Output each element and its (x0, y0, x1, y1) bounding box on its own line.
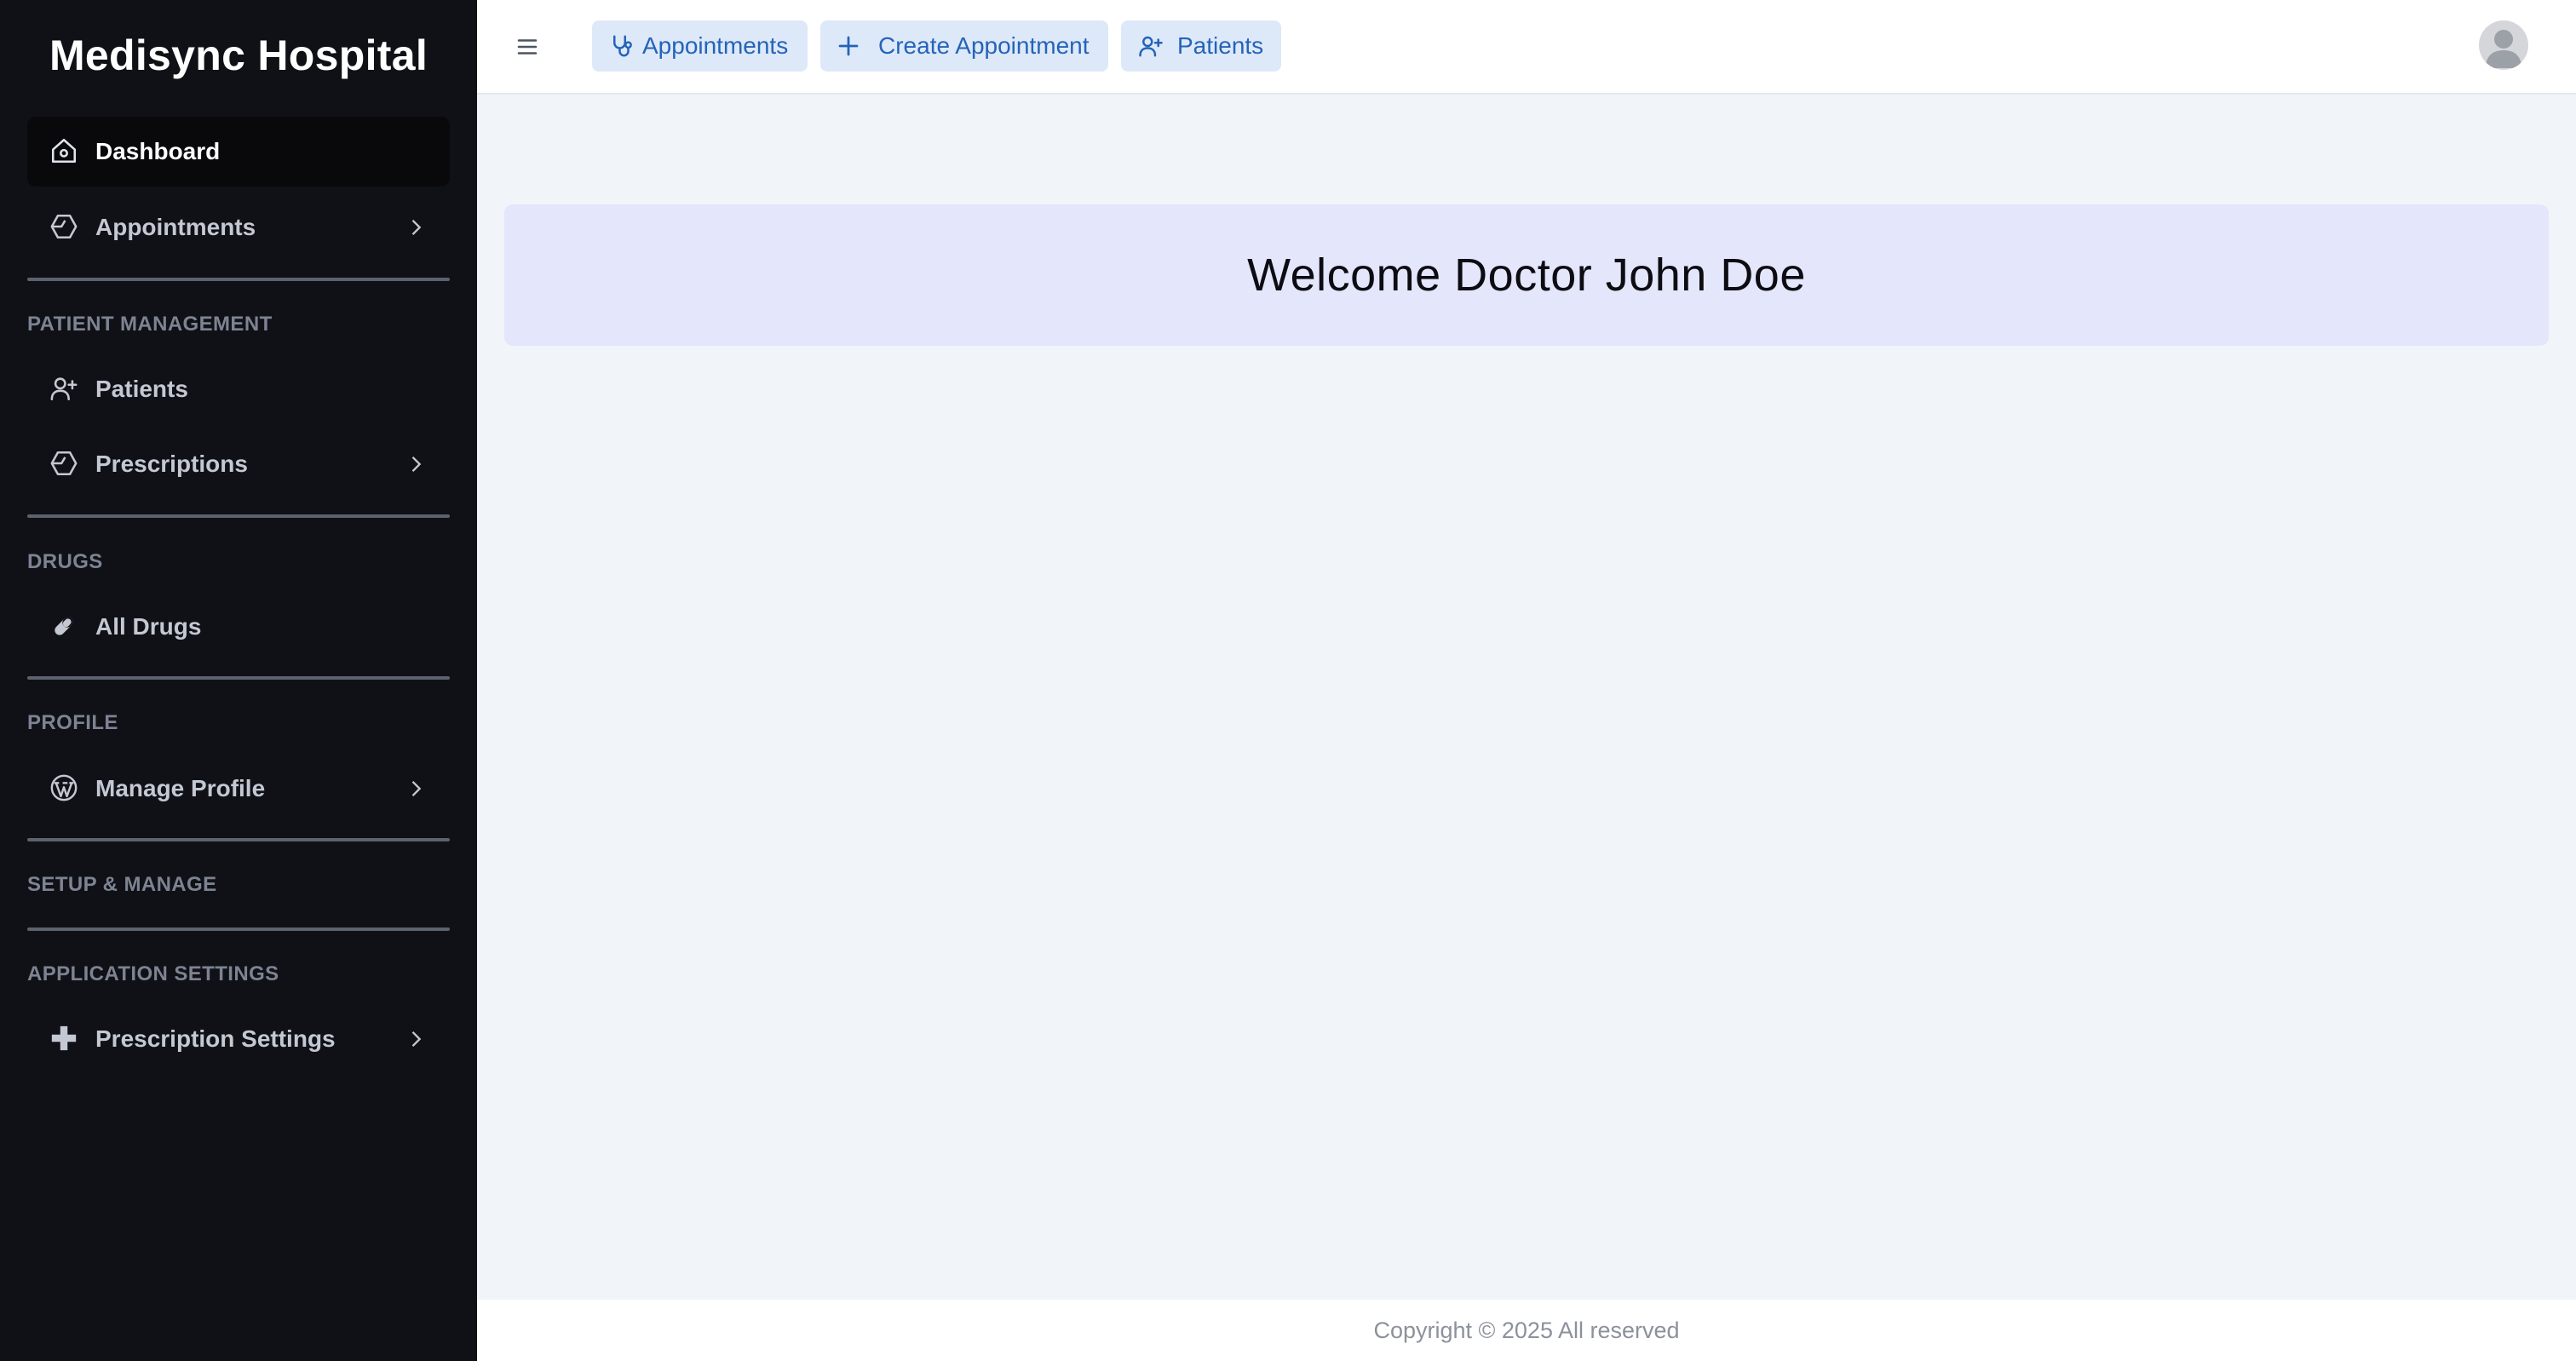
patients-quick-label: Patients (1177, 32, 1264, 59)
sidebar-item-all-drugs[interactable]: All Drugs (27, 592, 450, 662)
create-appointment-button[interactable]: Create Appointment (820, 20, 1108, 72)
sidebar-item-label: Dashboard (95, 138, 221, 164)
divider (27, 514, 450, 518)
section-profile: PROFILE (27, 711, 118, 734)
chevron-right-icon (411, 781, 422, 796)
welcome-heading: Welcome Doctor John Doe (1247, 250, 1806, 301)
divider (27, 676, 450, 680)
home-icon (48, 135, 80, 167)
chevron-right-icon (411, 457, 422, 472)
appointments-quick-button[interactable]: Appointments (592, 20, 808, 72)
plus-icon (836, 33, 861, 65)
brand-title: Medisync Hospital (49, 32, 428, 79)
footer: Copyright © 2025 All reserved (477, 1300, 2576, 1361)
medical-cross-icon (48, 1022, 80, 1054)
sidebar-item-patients[interactable]: Patients (27, 354, 450, 424)
sidebar-item-prescriptions[interactable]: Prescriptions (27, 429, 450, 499)
welcome-banner: Welcome Doctor John Doe (504, 204, 2549, 346)
section-patient-management: PATIENT MANAGEMENT (27, 313, 273, 336)
divider (27, 927, 450, 931)
chevron-right-icon (411, 220, 422, 235)
sidebar-item-prescription-settings[interactable]: Prescription Settings (27, 1004, 450, 1074)
user-avatar[interactable] (2479, 20, 2528, 70)
divider (27, 838, 450, 841)
hexagon-icon (48, 210, 80, 243)
sidebar-item-manage-profile[interactable]: Manage Profile (27, 754, 450, 824)
wordpress-icon (48, 772, 80, 804)
sidebar-item-label: Prescriptions (95, 451, 248, 477)
section-drugs: DRUGS (27, 550, 103, 573)
user-plus-icon (1138, 33, 1164, 65)
hamburger-menu-icon[interactable] (515, 34, 540, 60)
divider (27, 278, 450, 281)
sidebar-item-label: Prescription Settings (95, 1025, 336, 1052)
section-application-settings: APPLICATION SETTINGS (27, 962, 279, 985)
user-plus-icon (48, 372, 80, 405)
user-silhouette-icon (2486, 30, 2521, 68)
chevron-right-icon (411, 1031, 422, 1047)
create-appointment-label: Create Appointment (878, 32, 1090, 59)
stethoscope-icon (609, 33, 635, 65)
sidebar: Medisync Hospital Dashboard Appointments… (0, 0, 477, 1361)
sidebar-item-dashboard[interactable]: Dashboard (27, 117, 450, 187)
hexagon-icon (48, 447, 80, 480)
patients-quick-button[interactable]: Patients (1121, 20, 1281, 72)
sidebar-item-label: Appointments (95, 214, 256, 240)
appointments-quick-label: Appointments (642, 32, 789, 59)
sidebar-item-label: All Drugs (95, 613, 202, 640)
topbar: Appointments Create Appointment Patients (477, 0, 2576, 95)
section-setup-manage: SETUP & MANAGE (27, 873, 217, 896)
sidebar-item-label: Patients (95, 376, 188, 402)
copyright-text: Copyright © 2025 All reserved (1373, 1317, 1680, 1343)
pill-icon (48, 610, 80, 642)
sidebar-item-label: Manage Profile (95, 775, 266, 801)
sidebar-item-appointments[interactable]: Appointments (27, 192, 450, 262)
